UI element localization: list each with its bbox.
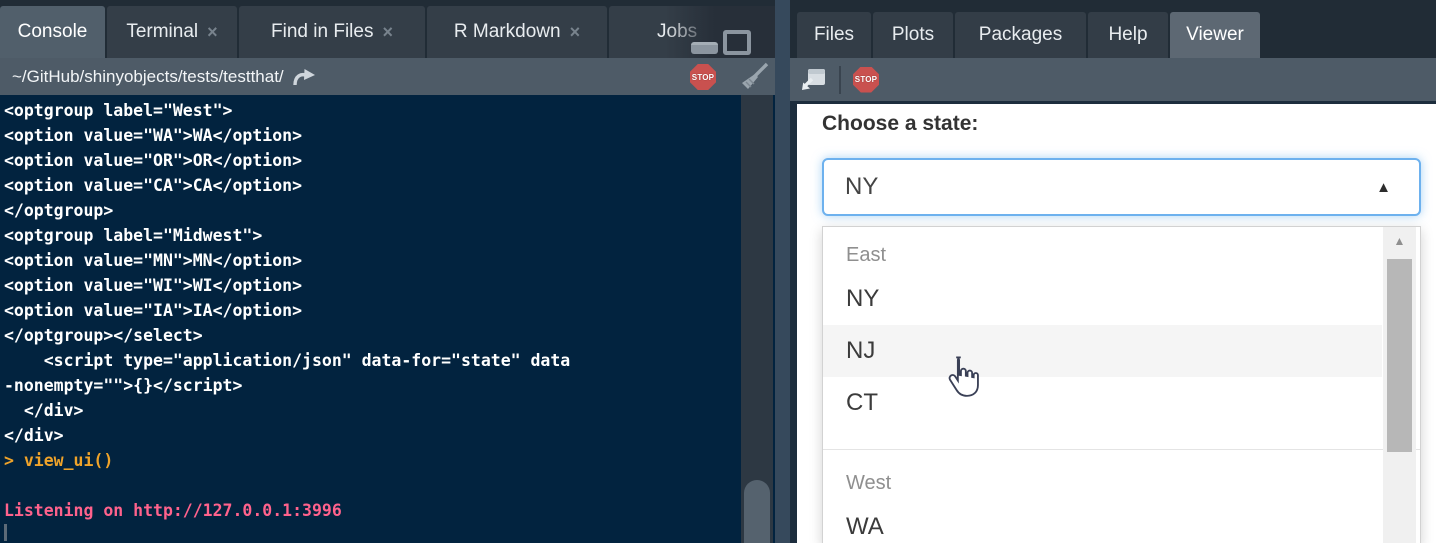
tab-packages[interactable]: Packages	[955, 12, 1086, 58]
console-line: </optgroup>	[4, 198, 775, 223]
viewer-pane-tabbar: Files Plots Packages Help Viewer	[790, 0, 1436, 58]
tab-terminal[interactable]: Terminal ×	[107, 6, 237, 58]
viewer-toolbar: STOP	[790, 58, 1436, 104]
tab-packages-label: Packages	[979, 24, 1062, 46]
text-cursor	[4, 524, 7, 541]
console-message-line: Listening on http://127.0.0.1:3996	[4, 498, 775, 523]
maximize-pane-icon[interactable]	[723, 30, 751, 55]
dropdown-option-ct[interactable]: CT	[823, 377, 1382, 429]
tab-viewer-label: Viewer	[1186, 24, 1244, 46]
pane-buttons	[665, 6, 775, 58]
state-select-input[interactable]: NY ▲	[822, 158, 1421, 216]
goto-directory-arrow-icon[interactable]	[292, 67, 316, 87]
tab-console-label: Console	[18, 21, 88, 43]
console-line: <option value="OR">OR</option>	[4, 148, 775, 173]
tab-help-label: Help	[1108, 24, 1147, 46]
toolbar-separator	[839, 66, 841, 94]
working-directory-path: ~/GitHub/shinyobjects/tests/testthat/	[12, 67, 284, 87]
console-pathbar: ~/GitHub/shinyobjects/tests/testthat/ ST…	[0, 58, 775, 95]
console-scrollbar[interactable]	[741, 95, 773, 543]
state-select-value: NY	[845, 173, 878, 201]
minimize-pane-icon[interactable]	[691, 42, 718, 54]
console-cursor-line	[4, 523, 775, 543]
console-prompt-line: > view_ui()	[4, 448, 775, 473]
clear-console-broom-icon[interactable]	[739, 62, 769, 92]
close-icon[interactable]: ×	[382, 22, 393, 43]
scrollbar-up-arrow-icon[interactable]: ▲	[1383, 234, 1416, 248]
tab-files[interactable]: Files	[797, 12, 871, 58]
optgroup-east-label: East	[823, 227, 1420, 273]
rstudio-window: Console Terminal × Find in Files × R Mar…	[0, 0, 1436, 543]
tab-find-in-files-label: Find in Files	[271, 21, 373, 43]
console-pane: Console Terminal × Find in Files × R Mar…	[0, 0, 775, 543]
tab-help[interactable]: Help	[1088, 12, 1168, 58]
console-line: <option value="IA">IA</option>	[4, 298, 775, 323]
tab-find-in-files[interactable]: Find in Files ×	[239, 6, 425, 58]
dropdown-scrollbar[interactable]: ▲	[1383, 227, 1416, 543]
tab-plots-label: Plots	[892, 24, 934, 46]
console-line: </div>	[4, 423, 775, 448]
console-line: <option value="WI">WI</option>	[4, 273, 775, 298]
console-line: </optgroup></select>	[4, 323, 775, 348]
stop-app-icon[interactable]: STOP	[853, 67, 879, 93]
chevron-up-icon: ▲	[1376, 179, 1391, 196]
console-output[interactable]: <optgroup label="West"> <option value="W…	[0, 95, 775, 543]
viewer-pane: Files Plots Packages Help Viewer	[790, 0, 1436, 543]
tab-terminal-label: Terminal	[126, 21, 198, 43]
console-line: <script type="application/json" data-for…	[4, 348, 775, 373]
select-state-label: Choose a state:	[822, 112, 978, 136]
console-line: <option value="WA">WA</option>	[4, 123, 775, 148]
tab-r-markdown[interactable]: R Markdown ×	[427, 6, 607, 58]
console-line: <option value="MN">MN</option>	[4, 248, 775, 273]
close-icon[interactable]: ×	[207, 22, 218, 43]
stop-icon[interactable]: STOP	[690, 64, 716, 90]
tab-files-label: Files	[814, 24, 854, 46]
console-pane-tabbar: Console Terminal × Find in Files × R Mar…	[0, 0, 775, 58]
tab-plots[interactable]: Plots	[873, 12, 953, 58]
optgroup-west-label: West	[823, 450, 1420, 501]
dropdown-option-ny[interactable]: NY	[823, 273, 1382, 325]
tab-viewer[interactable]: Viewer	[1170, 12, 1260, 58]
console-line: </div>	[4, 398, 775, 423]
close-icon[interactable]: ×	[570, 22, 581, 43]
console-line: <option value="CA">CA</option>	[4, 173, 775, 198]
tab-r-markdown-label: R Markdown	[454, 21, 561, 43]
console-line: -nonempty="">{}</script>	[4, 373, 775, 398]
console-line: <optgroup label="West">	[4, 98, 775, 123]
dropdown-option-wa[interactable]: WA	[823, 501, 1382, 543]
tab-console[interactable]: Console	[0, 6, 105, 58]
dropdown-option-nj[interactable]: NJ	[823, 325, 1382, 377]
console-scrollbar-thumb[interactable]	[744, 480, 770, 543]
console-line: <optgroup label="Midwest">	[4, 223, 775, 248]
console-blank-line	[4, 473, 775, 498]
shiny-app-view: Choose a state: NY ▲ East NY NJ CT West …	[790, 104, 1436, 543]
open-in-new-window-icon[interactable]	[800, 67, 827, 92]
state-dropdown-menu: East NY NJ CT West WA ▲	[822, 226, 1421, 543]
dropdown-scrollbar-thumb[interactable]	[1387, 259, 1412, 452]
